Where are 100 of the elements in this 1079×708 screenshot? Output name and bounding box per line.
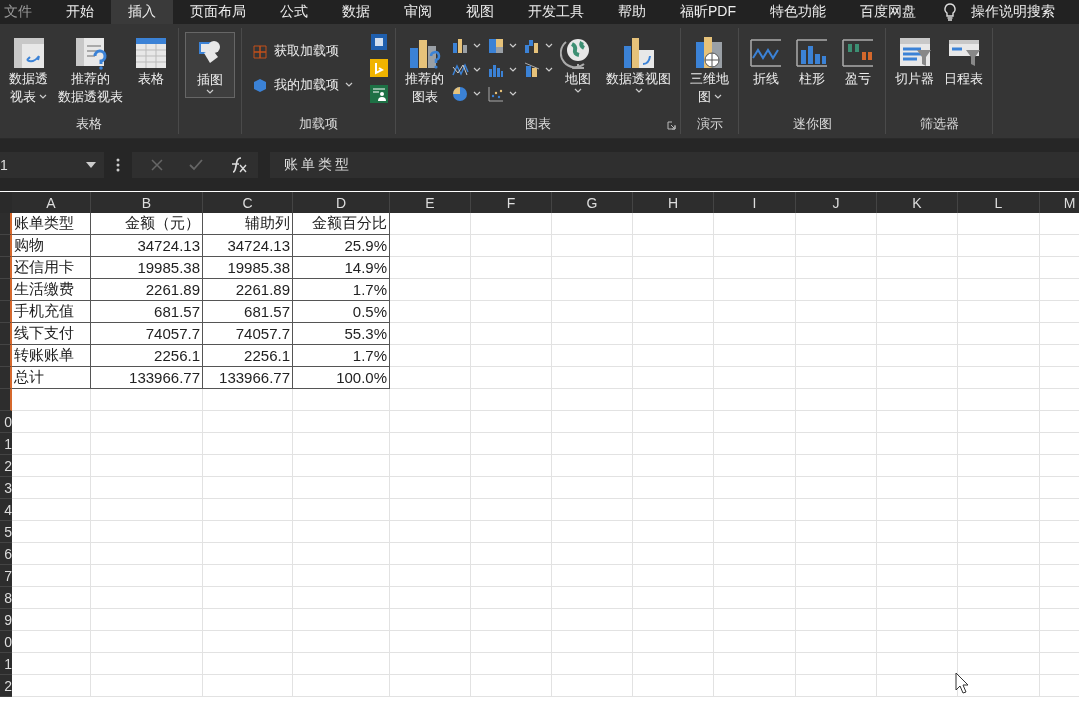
check-icon [188, 158, 204, 172]
menu-tab[interactable]: 审阅 [387, 0, 449, 24]
menu-tab[interactable]: 公式 [263, 0, 325, 24]
row-header[interactable] [0, 323, 12, 345]
column-header[interactable]: A [12, 192, 91, 213]
table-cell: 74057.7 [203, 323, 293, 345]
row-header[interactable]: 3 [0, 477, 12, 499]
formula-input[interactable]: 账单类型 [270, 152, 1079, 178]
enter-button[interactable] [188, 158, 204, 172]
table-cell: 2261.89 [91, 279, 203, 301]
ribbon-button[interactable]: 柱形 [791, 32, 833, 90]
person-card-icon [369, 84, 389, 104]
ribbon-button[interactable]: 切片器 [892, 32, 937, 90]
ribbon-button[interactable]: 三维地 图 [687, 32, 732, 108]
row-header[interactable] [0, 257, 12, 279]
scatter-chart-icon [487, 85, 505, 103]
row-header[interactable]: 0 [0, 411, 12, 433]
column-header[interactable]: E [390, 192, 471, 213]
ribbon-button[interactable]: 盈亏 [837, 32, 879, 90]
table-cell: 74057.7 [91, 323, 203, 345]
ribbon-button[interactable]: 表格 [130, 32, 172, 90]
column-header[interactable]: K [877, 192, 958, 213]
row-header[interactable] [0, 389, 12, 411]
more-icon [116, 158, 120, 172]
column-header[interactable]: H [633, 192, 714, 213]
group-label: 筛选器 [919, 115, 959, 133]
row-header[interactable] [0, 367, 12, 389]
row-header[interactable]: 2 [0, 455, 12, 477]
table-cell: 19985.38 [91, 257, 203, 279]
row-header[interactable] [0, 345, 12, 367]
ribbon-button[interactable]: 推荐的 图表 [402, 32, 447, 108]
group-label: 迷你图 [792, 115, 832, 133]
close-icon [150, 158, 164, 172]
table-cell: 133966.77 [91, 367, 203, 389]
add-in-button[interactable] [369, 84, 389, 104]
caret-icon [545, 43, 553, 49]
ribbon-button[interactable]: 地图 [557, 32, 599, 96]
row-header[interactable]: 1 [0, 433, 12, 455]
expand-icon [667, 121, 676, 130]
menu-tab[interactable]: 百度网盘 [843, 0, 933, 24]
ribbon-button[interactable]: 插图 [185, 32, 235, 98]
row-header[interactable]: 8 [0, 587, 12, 609]
dialog-launcher-button[interactable] [667, 121, 676, 130]
table-cell: 100.0% [293, 367, 390, 389]
column-header[interactable]: L [958, 192, 1040, 213]
caret-icon [574, 88, 582, 94]
caret-icon [634, 88, 643, 94]
row-header[interactable]: 0 [0, 631, 12, 653]
group-label: 图表 [525, 115, 551, 133]
table-cell: 总计 [12, 367, 91, 389]
menu-tab[interactable]: 开始 [49, 0, 111, 24]
column-header[interactable]: I [714, 192, 796, 213]
ribbon-button[interactable]: 推荐的 数据透视表 [55, 32, 126, 108]
row-header[interactable] [0, 213, 12, 235]
row-header[interactable] [0, 235, 12, 257]
menu-tab[interactable]: 视图 [449, 0, 511, 24]
menu-tab[interactable]: 数据 [325, 0, 387, 24]
menu-tab[interactable]: 插入 [111, 0, 173, 24]
column-header[interactable]: J [796, 192, 877, 213]
row-header[interactable] [0, 279, 12, 301]
search-button[interactable]: 操作说明搜索 [943, 0, 1055, 24]
caret-icon [473, 43, 481, 49]
menu-tab[interactable]: 页面布局 [173, 0, 263, 24]
row-header[interactable]: 9 [0, 609, 12, 631]
menu-tab[interactable]: 特色功能 [753, 0, 843, 24]
ribbon-button[interactable]: 我的加载项 [248, 74, 357, 96]
column-header[interactable]: G [552, 192, 633, 213]
column-header[interactable]: B [91, 192, 203, 213]
column-chart-icon [451, 37, 469, 55]
row-header[interactable] [0, 301, 12, 323]
caret-icon [39, 94, 47, 100]
menu-tab[interactable]: 福昕PDF [663, 0, 753, 24]
cube-icon [252, 77, 268, 93]
column-header[interactable]: M [1040, 192, 1079, 213]
name-box[interactable]: 1 [0, 152, 104, 178]
row-header[interactable]: 7 [0, 565, 12, 587]
caret-icon [473, 67, 481, 73]
column-header[interactable]: C [203, 192, 293, 213]
column-header[interactable]: F [471, 192, 552, 213]
ribbon-button[interactable]: 折线 [745, 32, 787, 90]
row-header[interactable]: 1 [0, 653, 12, 675]
ribbon-button[interactable]: 日程表 [941, 32, 986, 90]
row-header[interactable]: 5 [0, 521, 12, 543]
caret-icon [345, 82, 353, 88]
ribbon-button[interactable]: 数据透 视表 [6, 32, 51, 108]
menu-tab[interactable]: 帮助 [601, 0, 663, 24]
menu-tab[interactable]: 文件 [2, 0, 49, 24]
ribbon-button[interactable]: 数据透视图 [603, 32, 674, 96]
ribbon-button[interactable]: 获取加载项 [248, 40, 357, 62]
table-cell: 手机充值 [12, 301, 91, 323]
column-header[interactable]: D [293, 192, 390, 213]
table-cell: 1.7% [293, 279, 390, 301]
table-cell: 0.5% [293, 301, 390, 323]
row-header[interactable]: 2 [0, 675, 12, 697]
lightbulb-icon [943, 3, 957, 21]
cancel-button[interactable] [150, 158, 164, 172]
row-header[interactable]: 6 [0, 543, 12, 565]
caret-icon [509, 43, 517, 49]
row-header[interactable]: 4 [0, 499, 12, 521]
menu-tab[interactable]: 开发工具 [511, 0, 601, 24]
